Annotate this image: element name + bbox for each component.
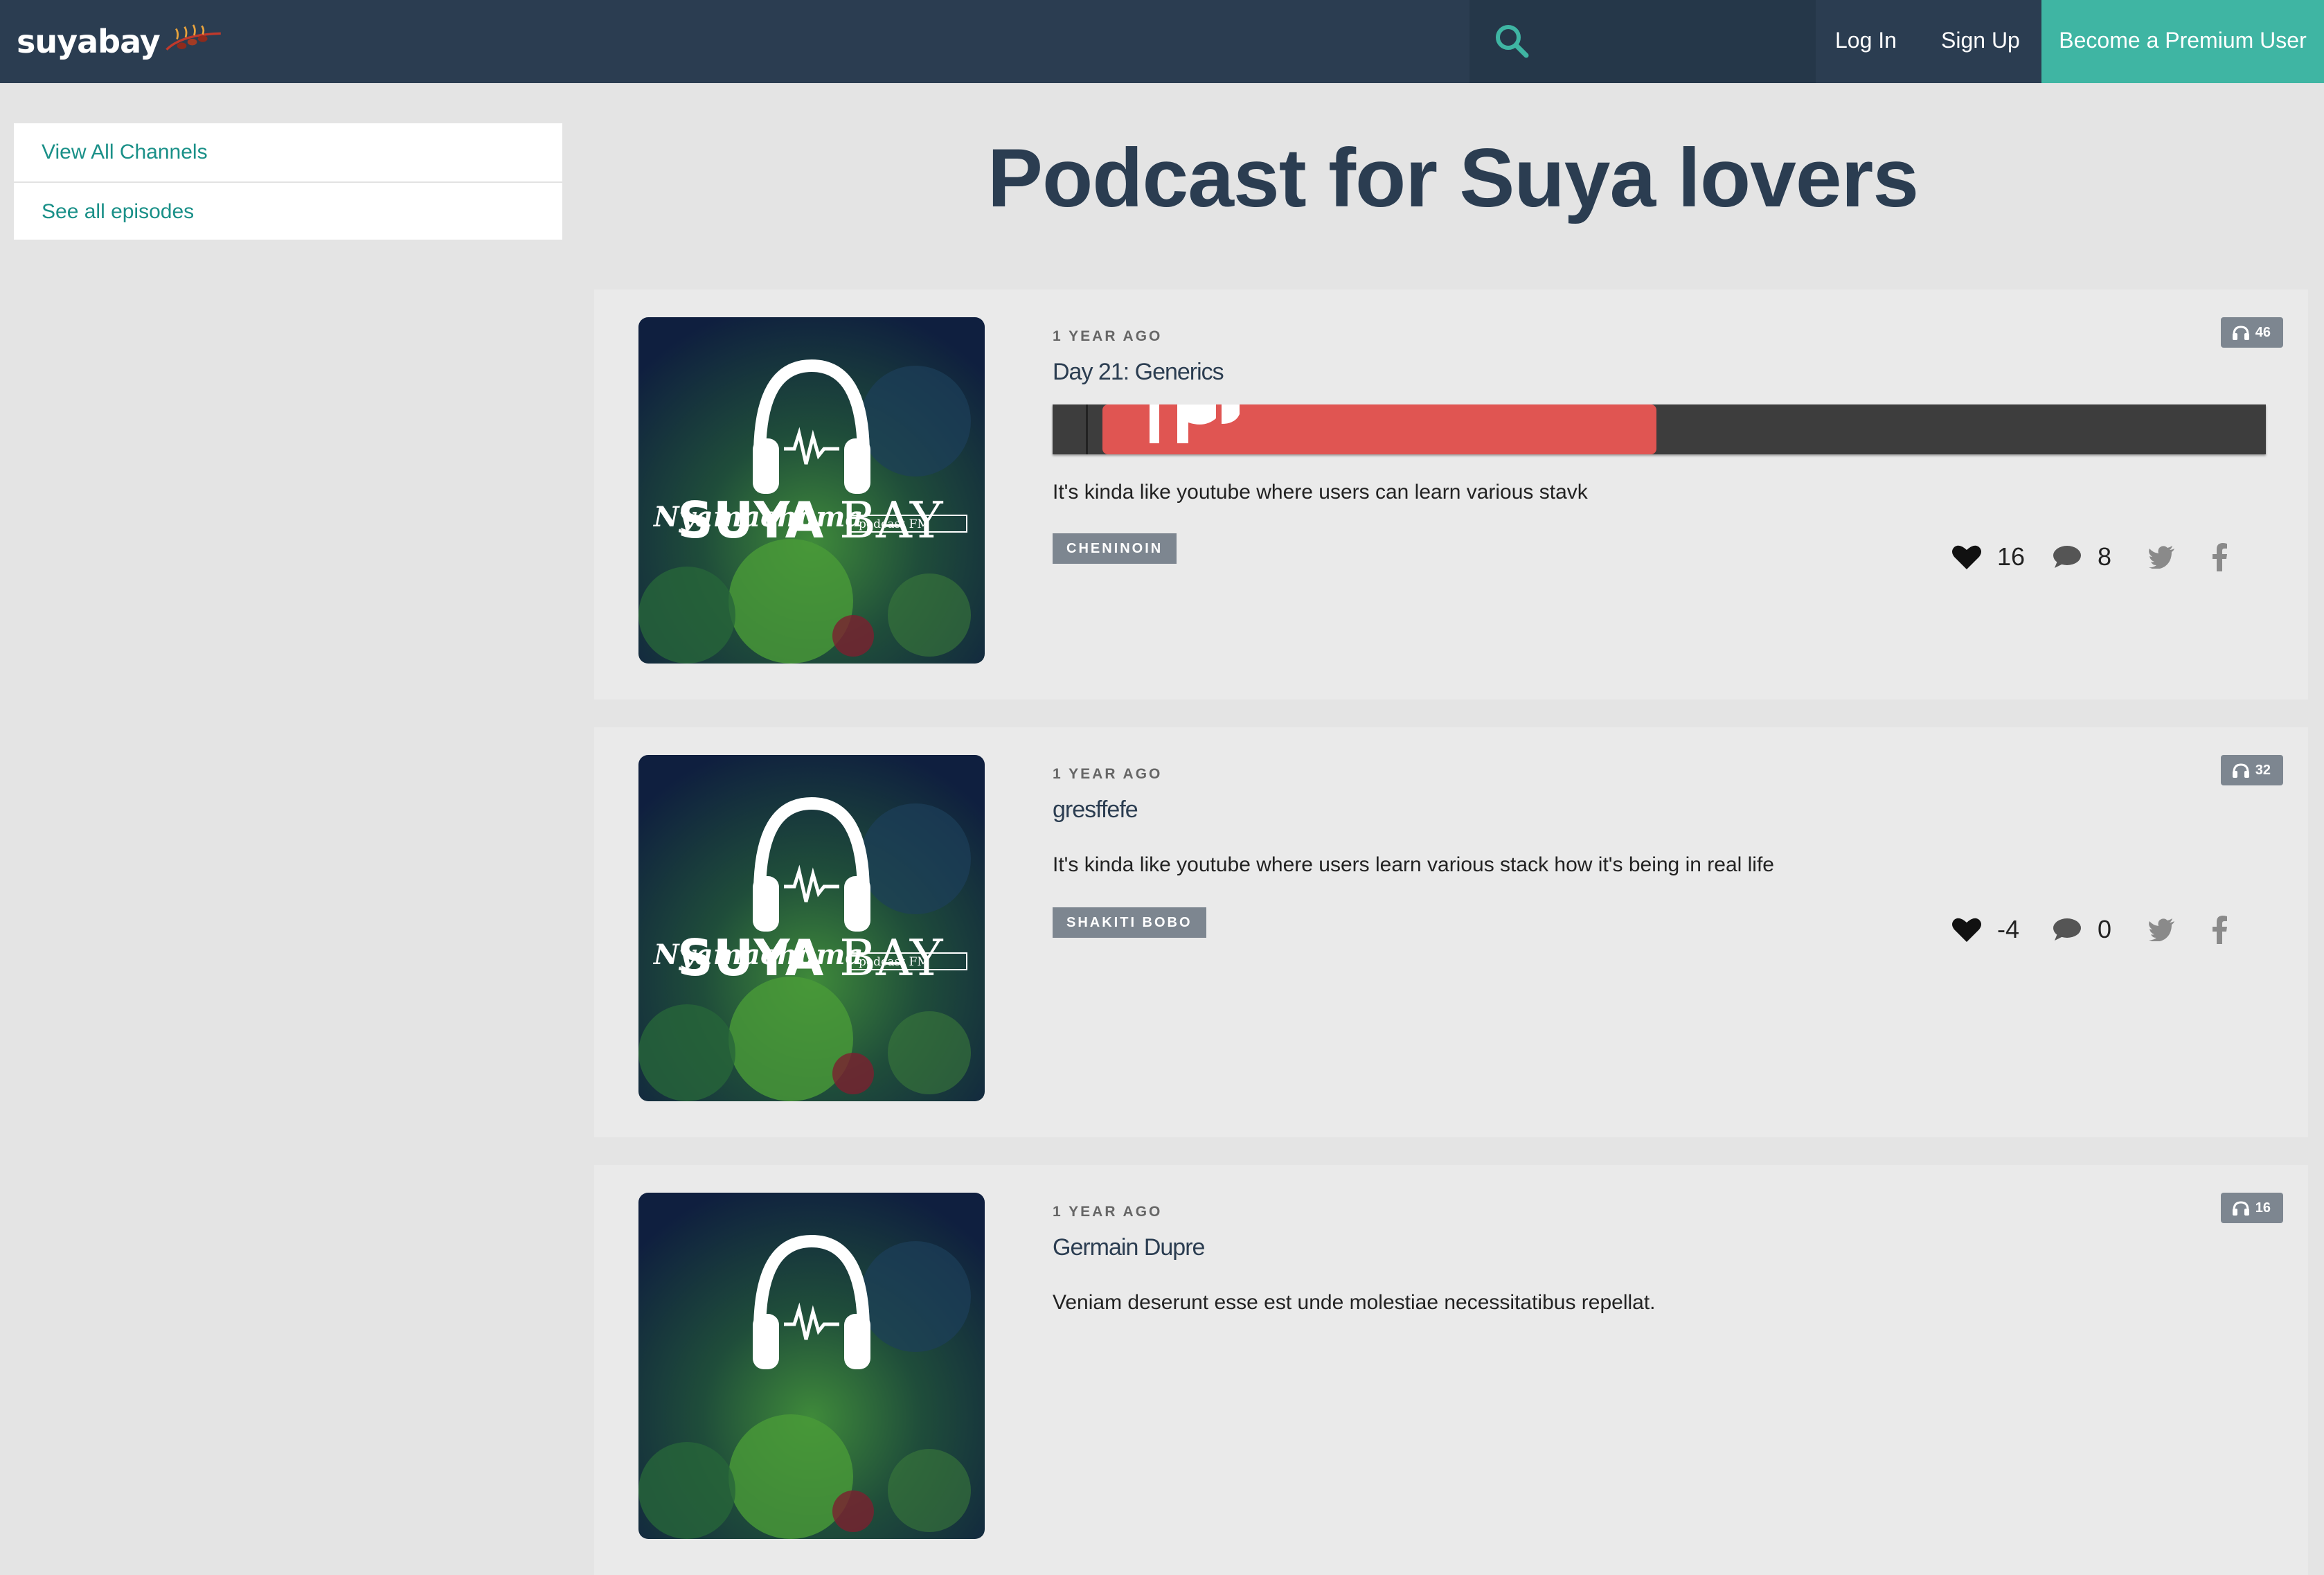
- skewer-icon: [165, 24, 221, 51]
- like-action[interactable]: 16: [1951, 536, 2025, 578]
- sidebar: View All Channels See all episodes: [14, 123, 562, 240]
- headphones-icon: [2232, 326, 2249, 340]
- episode-card[interactable]: SUYA BAY Nyamachoma podcast FM 1 YEAR AG…: [594, 727, 2308, 1137]
- heart-icon[interactable]: [1951, 543, 1982, 571]
- twitter-icon[interactable]: [2148, 545, 2176, 569]
- cover-sub: Nyamachoma: [652, 501, 863, 533]
- premium-button[interactable]: Become a Premium User: [2041, 0, 2324, 83]
- cover-sub: Nyamachoma: [652, 938, 863, 971]
- search-icon[interactable]: [1492, 21, 1533, 62]
- logo-text: suyabay: [17, 23, 161, 60]
- facebook-icon[interactable]: [2210, 542, 2228, 571]
- listens-count: 16: [2255, 1200, 2271, 1216]
- episode-card[interactable]: 1 YEAR AGO Germain Dupre Veniam deserunt…: [594, 1165, 2308, 1575]
- comment-icon[interactable]: [2052, 916, 2082, 943]
- twitter-icon[interactable]: [2148, 918, 2176, 941]
- episode-card[interactable]: SUYA BAY Nyamachoma podcast FM 1 YEAR AG…: [594, 290, 2308, 700]
- heart-icon[interactable]: [1951, 916, 1982, 943]
- listens-badge: 46: [2220, 317, 2283, 348]
- top-navbar: suyabay Log In Sign Up Become a Premium …: [0, 0, 2324, 83]
- episode-actions: 16 8: [1951, 536, 2242, 578]
- episode-cover-image[interactable]: SUYA BAY Nyamachoma podcast FM: [638, 755, 985, 1101]
- facebook-share[interactable]: [2210, 536, 2228, 578]
- headphones-icon: [2232, 1201, 2249, 1216]
- headphones-icon: [2232, 763, 2249, 778]
- listens-count: 32: [2255, 763, 2271, 778]
- comment-action[interactable]: 0: [2052, 909, 2111, 950]
- cover-art: SUYA BAY Nyamachoma podcast FM: [638, 317, 985, 664]
- twitter-share[interactable]: [2148, 536, 2176, 578]
- listens-count: 46: [2255, 325, 2271, 340]
- episode-time: 1 YEAR AGO: [1053, 766, 1163, 782]
- cover-art: [638, 1193, 985, 1539]
- episode-description: It's kinda like youtube where users can …: [1053, 481, 1588, 504]
- episode-actions: -4 0: [1951, 909, 2242, 950]
- facebook-share[interactable]: [2210, 909, 2228, 950]
- signup-link[interactable]: Sign Up: [1941, 0, 2020, 83]
- episode-time: 1 YEAR AGO: [1053, 328, 1163, 344]
- sidebar-item-view-all-channels[interactable]: View All Channels: [14, 123, 562, 181]
- login-link[interactable]: Log In: [1835, 0, 1897, 83]
- cover-art: SUYA BAY Nyamachoma podcast FM: [638, 755, 985, 1101]
- episode-cover-image[interactable]: SUYA BAY Nyamachoma podcast FM: [638, 317, 985, 664]
- comment-count: 0: [2098, 915, 2112, 943]
- page-title: Podcast for Suya lovers: [987, 132, 1919, 224]
- like-count: -4: [1997, 915, 2020, 943]
- episode-description: Veniam deserunt esse est unde molestiae …: [1053, 1291, 1656, 1314]
- facebook-icon[interactable]: [2210, 915, 2228, 944]
- audio-player[interactable]: [1053, 404, 2266, 454]
- episode-description: It's kinda like youtube where users lear…: [1053, 853, 1774, 876]
- author-tag[interactable]: CHENINOIN: [1053, 533, 1177, 564]
- episode-time: 1 YEAR AGO: [1053, 1204, 1163, 1220]
- cover-tag: podcast FM: [859, 955, 929, 969]
- episode-title[interactable]: gresffefe: [1053, 797, 1138, 824]
- listens-badge: 16: [2220, 1193, 2283, 1223]
- comment-icon[interactable]: [2052, 543, 2082, 571]
- episode-title[interactable]: Day 21: Generics: [1053, 359, 1224, 386]
- author-tag[interactable]: SHAKITI BOBO: [1053, 907, 1206, 938]
- like-count: 16: [1997, 542, 2026, 571]
- comment-count: 8: [2098, 542, 2112, 571]
- like-action[interactable]: -4: [1951, 909, 2019, 950]
- episode-title[interactable]: Germain Dupre: [1053, 1234, 1205, 1261]
- twitter-share[interactable]: [2148, 909, 2176, 950]
- search-area[interactable]: [1469, 0, 1816, 83]
- cover-tag: podcast FM: [859, 517, 929, 531]
- player-playhead[interactable]: [1086, 404, 1088, 454]
- sidebar-item-see-all-episodes[interactable]: See all episodes: [14, 181, 562, 240]
- logo[interactable]: suyabay: [17, 12, 224, 71]
- comment-action[interactable]: 8: [2052, 536, 2111, 578]
- player-waveform-icon: [1150, 404, 1240, 443]
- episode-cover-image[interactable]: [638, 1193, 985, 1539]
- listens-badge: 32: [2220, 755, 2283, 785]
